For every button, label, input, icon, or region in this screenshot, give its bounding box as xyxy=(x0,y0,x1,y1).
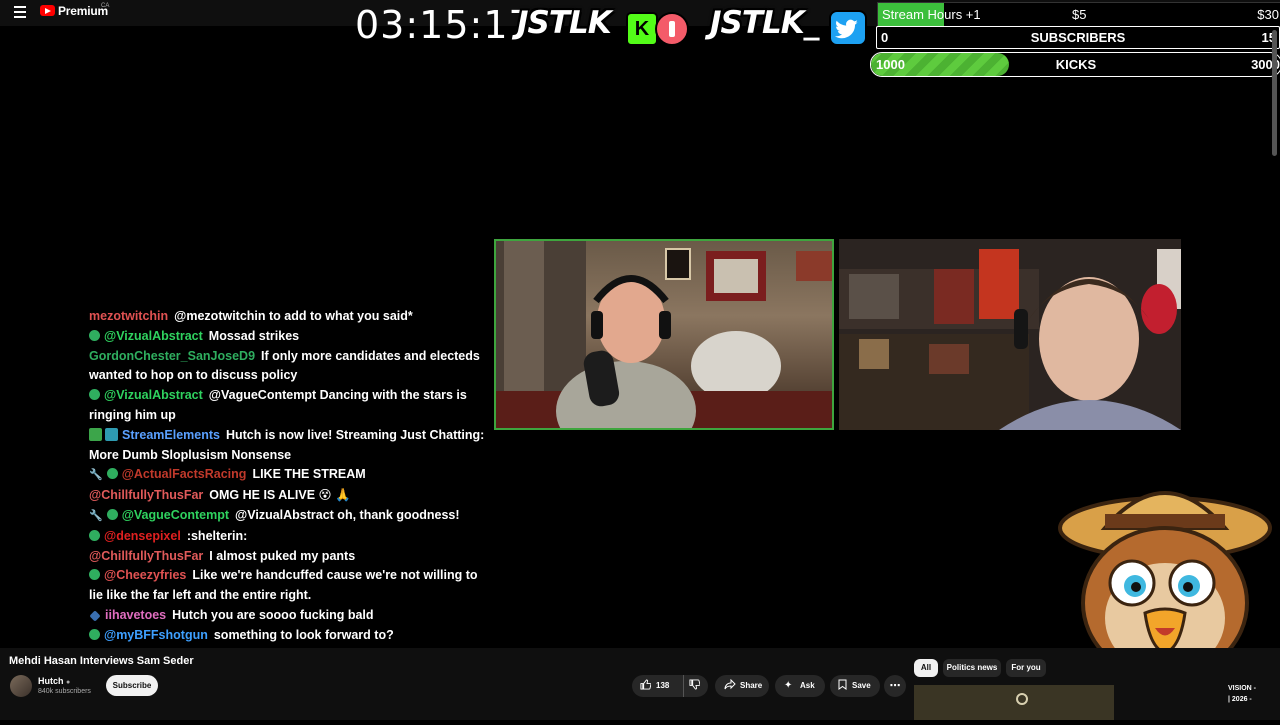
region-code: CA xyxy=(101,3,110,9)
more-actions-button[interactable]: ⋯ xyxy=(884,675,906,697)
chat-text: something to look forward to? xyxy=(213,627,394,642)
chat-username[interactable]: @Cheezyfries xyxy=(104,568,186,582)
webcam-guest xyxy=(839,239,1181,430)
member-badge-icon xyxy=(106,468,118,480)
save-label: Save xyxy=(852,681,871,690)
chat-message: 🔧 @VagueContempt @VizualAbstract oh, thank… xyxy=(89,506,489,527)
chat-message: @Cheezyfries Like we're handcuffed cause … xyxy=(89,566,489,606)
chat-text: LIKE THE STREAM xyxy=(252,467,366,482)
brand-logo-twitter: JSTLK_ xyxy=(710,5,819,41)
sparkle-icon: ✦ xyxy=(784,680,793,691)
chat-message: 🔧 @ActualFactsRacing LIKE THE STREAM xyxy=(89,465,489,486)
chat-text: OMG HE IS ALIVE 😵 🙏 xyxy=(209,488,351,503)
moderator-wrench-icon: 🔧 xyxy=(89,509,103,522)
chat-username[interactable]: iihavetoes xyxy=(105,608,166,622)
moderator-wrench-icon: 🔧 xyxy=(89,469,103,482)
chat-message: @myBFFshotgun something to look forward t… xyxy=(89,626,489,646)
member-badge-icon xyxy=(89,389,100,401)
goal-kicks-label: KICKS xyxy=(1055,57,1097,72)
goal-stream-hours-label: Stream Hours +1 xyxy=(882,7,981,22)
goal-subscribers-label: SUBSCRIBERS xyxy=(1030,30,1126,45)
thumbnail-emblem-icon xyxy=(1016,693,1028,705)
chat-message: iihavetoes Hutch you are soooo fucking ba… xyxy=(89,606,489,626)
thumbs-up-icon xyxy=(640,675,652,697)
goal-subscribers: 0 SUBSCRIBERS 15 xyxy=(876,26,1280,49)
share-label: Share xyxy=(740,681,763,690)
platform-badge-icon xyxy=(105,427,118,441)
ask-label: Ask xyxy=(800,681,815,690)
dislike-button[interactable] xyxy=(689,675,701,697)
chat-text: @VizualAbstract oh, thank goodness! xyxy=(235,507,460,522)
chat-username[interactable]: @VizualAbstract xyxy=(104,329,203,343)
member-badge-icon xyxy=(89,628,100,640)
chat-username[interactable]: @densepixel xyxy=(104,529,181,543)
channel-name-label: Hutch xyxy=(38,676,64,686)
chat-message: @VizualAbstract @VagueContempt Dancing wi… xyxy=(89,386,489,426)
chat-message: @ChillfullyThusFar OMG HE IS ALIVE 😵 🙏 xyxy=(89,486,489,506)
like-count: 138 xyxy=(656,681,670,690)
record-icon xyxy=(655,12,689,46)
chat-username[interactable]: @ChillfullyThusFar xyxy=(89,488,203,502)
ask-button[interactable]: ✦ Ask xyxy=(775,675,825,697)
chat-message: GordonChester_SanJoseD9 If only more cand… xyxy=(89,347,489,387)
goal-kicks: 1000 KICKS 3000 xyxy=(870,52,1280,77)
bookmark-icon xyxy=(838,675,847,697)
channel-avatar[interactable] xyxy=(10,675,32,697)
chat-username[interactable]: @VizualAbstract xyxy=(104,388,203,402)
chip-politics-news[interactable]: Politics news xyxy=(943,659,1001,677)
brand-logo-kick: JSTLK xyxy=(517,5,612,41)
member-badge-icon xyxy=(89,569,100,581)
page-scrollbar[interactable] xyxy=(1272,30,1277,156)
like-dislike-group: 138 xyxy=(632,675,708,697)
chat-username[interactable]: mezotwitchin xyxy=(89,309,168,323)
member-badge-icon xyxy=(89,329,100,341)
gem-badge-icon xyxy=(89,610,101,622)
chat-text: :shelterin: xyxy=(186,528,248,543)
menu-icon[interactable] xyxy=(14,6,28,18)
chat-message: @densepixel :shelterin: xyxy=(89,527,489,547)
kick-icon: K xyxy=(626,12,658,46)
goal-stream-hours-mid: $5 xyxy=(1072,7,1087,22)
save-button[interactable]: Save xyxy=(830,675,880,697)
chat-username[interactable]: GordonChester_SanJoseD9 xyxy=(89,349,255,363)
recommended-thumbnail[interactable] xyxy=(914,685,1114,720)
channel-name[interactable]: Hutch ● xyxy=(38,676,70,686)
verified-icon: ● xyxy=(66,679,71,686)
thumbnail-title-line1: VISION - xyxy=(1228,685,1257,692)
goal-stream-hours: Stream Hours +1 $5 $30 xyxy=(877,2,1280,27)
webcam-host xyxy=(494,239,834,430)
chat-message: @VizualAbstract Mossad strikes xyxy=(89,327,489,347)
share-button[interactable]: Share xyxy=(715,675,769,697)
chat-text: @mezotwitchin to add to what you said* xyxy=(174,309,413,323)
youtube-logo-icon[interactable] xyxy=(40,5,55,16)
goal-stream-hours-end: $30 xyxy=(1257,7,1279,22)
member-badge-icon xyxy=(89,529,100,541)
like-divider xyxy=(683,675,684,697)
chat-message: StreamElements Hutch is now live! Streami… xyxy=(89,426,489,466)
like-button[interactable]: 138 xyxy=(640,675,669,697)
video-title: Mehdi Hasan Interviews Sam Seder xyxy=(9,655,194,667)
chat-message: @ChillfullyThusFar I almost puked my pant… xyxy=(89,547,489,567)
share-icon xyxy=(724,675,736,697)
chat-username[interactable]: @VagueContempt xyxy=(122,508,229,522)
chip-for-you[interactable]: For you xyxy=(1006,659,1046,677)
chat-username[interactable]: @ActualFactsRacing xyxy=(122,467,247,481)
subscribe-button[interactable]: Subscribe xyxy=(106,675,158,696)
twitter-bird-icon xyxy=(829,10,867,46)
chat-username[interactable]: @ChillfullyThusFar xyxy=(89,549,203,563)
chat-username[interactable]: @myBFFshotgun xyxy=(104,628,208,642)
subscriber-count: 840k subscribers xyxy=(38,688,91,695)
stream-timer: 03:15:17 xyxy=(355,3,534,47)
bot-badge-icon xyxy=(89,427,102,441)
chip-all[interactable]: All xyxy=(914,659,938,677)
thumbnail-title-line2: | 2026 - xyxy=(1228,696,1252,703)
chat-message: mezotwitchin @mezotwitchin to add to what… xyxy=(89,307,489,327)
member-badge-icon xyxy=(106,508,118,520)
chat-username[interactable]: StreamElements xyxy=(122,428,220,442)
thumbs-down-icon xyxy=(689,679,701,690)
chat-text: Hutch you are soooo fucking bald xyxy=(172,607,374,622)
chat-text: Mossad strikes xyxy=(208,328,300,343)
chat-text: I almost puked my pants xyxy=(209,548,356,563)
chat-log: mezotwitchin @mezotwitchin to add to what… xyxy=(89,307,489,646)
